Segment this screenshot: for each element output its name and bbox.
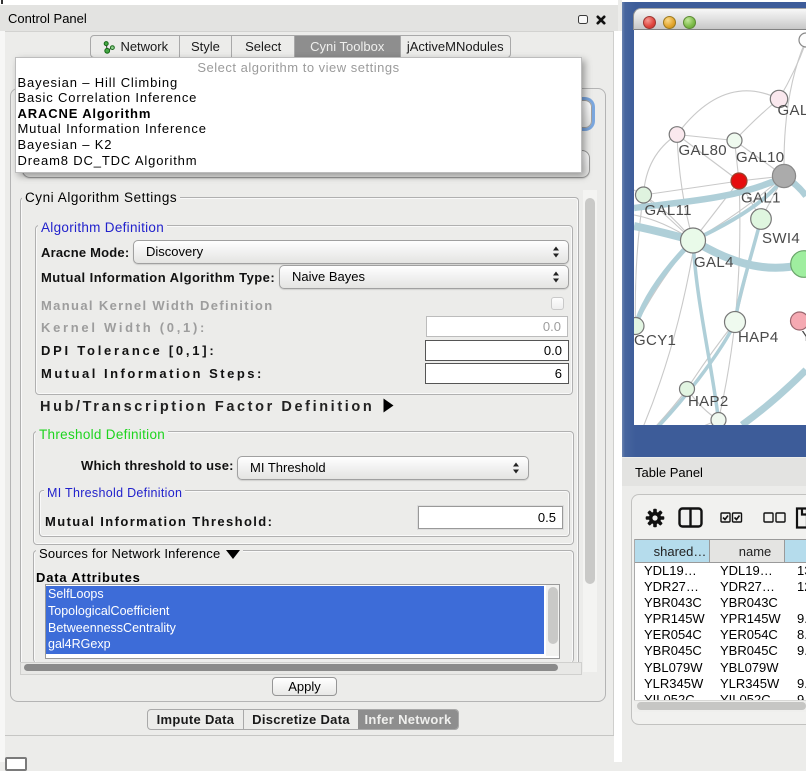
svg-text:GAL7: GAL7 bbox=[778, 102, 806, 119]
svg-text:HAP4: HAP4 bbox=[738, 329, 779, 346]
svg-text:GAL4: GAL4 bbox=[694, 254, 734, 271]
svg-text:GAL80: GAL80 bbox=[679, 142, 727, 159]
svg-text:GCY1: GCY1 bbox=[634, 332, 676, 349]
svg-text:HAP2: HAP2 bbox=[688, 393, 729, 410]
svg-text:SWI4: SWI4 bbox=[762, 230, 800, 247]
svg-text:GAL1: GAL1 bbox=[741, 190, 781, 207]
svg-text:GAL10: GAL10 bbox=[736, 149, 784, 166]
svg-text:GAL11: GAL11 bbox=[645, 202, 692, 219]
svg-text:Y: Y bbox=[802, 328, 806, 345]
